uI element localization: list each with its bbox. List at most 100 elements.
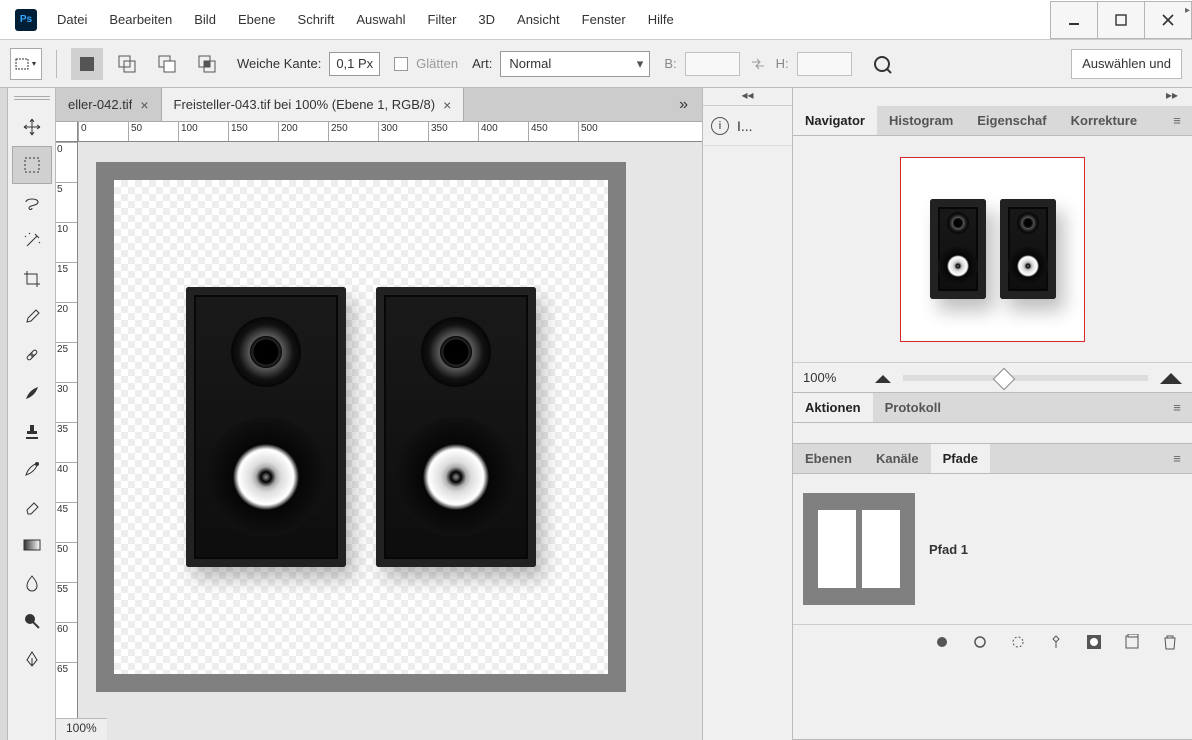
- ruler-tick: 500: [578, 122, 628, 141]
- menu-datei[interactable]: Datei: [57, 12, 87, 27]
- new-selection-button[interactable]: [71, 48, 103, 80]
- refine-edge-icon[interactable]: [866, 48, 898, 80]
- menu-3d[interactable]: 3D: [478, 12, 495, 27]
- actions-panel: Aktionen Protokoll ≡: [793, 393, 1192, 444]
- menu-bild[interactable]: Bild: [194, 12, 216, 27]
- ruler-tick: 50: [128, 122, 178, 141]
- pen-tool[interactable]: [12, 640, 52, 678]
- close-icon[interactable]: ×: [140, 97, 148, 113]
- panel-menu-icon[interactable]: ≡: [1162, 106, 1192, 135]
- eyedropper-tool[interactable]: [12, 298, 52, 336]
- path-name[interactable]: Pfad 1: [929, 542, 968, 557]
- document-tab-2-label: Freisteller-043.tif bei 100% (Ebene 1, R…: [174, 97, 436, 112]
- info-label: I...: [737, 118, 753, 134]
- make-workpath-icon[interactable]: [1048, 634, 1064, 650]
- navigator-preview[interactable]: [793, 136, 1192, 362]
- ruler-corner[interactable]: [56, 122, 78, 142]
- tab-pfade[interactable]: Pfade: [931, 444, 990, 473]
- tab-histogram[interactable]: Histogram: [877, 106, 965, 135]
- width-label: B:: [664, 56, 676, 71]
- panel-menu-icon[interactable]: ≡: [1162, 393, 1192, 422]
- ruler-tick: 65: [56, 662, 77, 702]
- menu-ansicht[interactable]: Ansicht: [517, 12, 560, 27]
- load-selection-icon[interactable]: [1010, 634, 1026, 650]
- ruler-tick: 150: [228, 122, 278, 141]
- fill-path-icon[interactable]: [934, 634, 950, 650]
- menu-filter[interactable]: Filter: [428, 12, 457, 27]
- ruler-horizontal[interactable]: 0 50 100 150 200 250 300 350 400 450 500: [78, 122, 702, 142]
- tab-ebenen[interactable]: Ebenen: [793, 444, 864, 473]
- menu-schrift[interactable]: Schrift: [298, 12, 335, 27]
- maximize-button[interactable]: [1097, 1, 1145, 39]
- main-menu: Datei Bearbeiten Bild Ebene Schrift Ausw…: [57, 12, 674, 27]
- zoom-in-icon[interactable]: [1160, 372, 1182, 384]
- tab-protokoll[interactable]: Protokoll: [873, 393, 953, 422]
- menu-bearbeiten[interactable]: Bearbeiten: [109, 12, 172, 27]
- brush-tool[interactable]: [12, 374, 52, 412]
- navigator-zoom-slider[interactable]: [903, 375, 1148, 381]
- subtract-selection-button[interactable]: [151, 48, 183, 80]
- select-and-mask-button[interactable]: Auswählen und: [1071, 49, 1182, 79]
- new-path-icon[interactable]: [1124, 634, 1140, 650]
- navigator-footer: 100%: [793, 362, 1192, 392]
- move-tool[interactable]: [12, 108, 52, 146]
- paths-panel-footer: [793, 624, 1192, 658]
- status-zoom[interactable]: 100%: [66, 721, 97, 735]
- tab-eigenschaften[interactable]: Eigenschaf: [965, 106, 1058, 135]
- panel-edge-left[interactable]: ▸: [0, 88, 8, 740]
- collapse-icon[interactable]: ▸▸: [793, 88, 1192, 106]
- navigator-view-box[interactable]: [900, 157, 1085, 342]
- zoom-out-icon[interactable]: [875, 373, 891, 383]
- info-panel-collapsed[interactable]: i I...: [703, 106, 792, 146]
- tab-overflow-button[interactable]: »: [665, 88, 702, 121]
- toolbox-grip[interactable]: [14, 93, 50, 103]
- ruler-vertical[interactable]: 0 5 10 15 20 25 30 35 40 45 50 55 60 65: [56, 142, 78, 720]
- style-label: Art:: [472, 56, 492, 71]
- tab-korrekturen[interactable]: Korrekture: [1059, 106, 1149, 135]
- menu-auswahl[interactable]: Auswahl: [356, 12, 405, 27]
- lasso-tool[interactable]: [12, 184, 52, 222]
- document-tab-1-label: eller-042.tif: [68, 97, 132, 112]
- magic-wand-tool[interactable]: [12, 222, 52, 260]
- blur-tool[interactable]: [12, 564, 52, 602]
- eraser-tool[interactable]: [12, 488, 52, 526]
- menu-hilfe[interactable]: Hilfe: [648, 12, 674, 27]
- minimize-button[interactable]: [1050, 1, 1098, 39]
- dodge-tool[interactable]: [12, 602, 52, 640]
- document-tab-2[interactable]: Freisteller-043.tif bei 100% (Ebene 1, R…: [162, 88, 465, 121]
- document-tab-1[interactable]: eller-042.tif ×: [56, 88, 162, 121]
- add-selection-button[interactable]: [111, 48, 143, 80]
- ruler-tick: 250: [328, 122, 378, 141]
- tool-preset-picker[interactable]: [10, 48, 42, 80]
- canvas[interactable]: [96, 162, 626, 692]
- style-select[interactable]: Normal: [500, 51, 650, 77]
- collapse-icon[interactable]: ◂◂: [703, 88, 792, 106]
- feather-input[interactable]: 0,1 Px: [329, 52, 380, 76]
- add-mask-icon[interactable]: [1086, 634, 1102, 650]
- menu-fenster[interactable]: Fenster: [582, 12, 626, 27]
- history-brush-tool[interactable]: [12, 450, 52, 488]
- path-thumbnail[interactable]: [803, 493, 915, 605]
- gradient-tool[interactable]: [12, 526, 52, 564]
- stroke-path-icon[interactable]: [972, 634, 988, 650]
- tab-aktionen[interactable]: Aktionen: [793, 393, 873, 422]
- tab-kanaele[interactable]: Kanäle: [864, 444, 931, 473]
- navigator-tab-row: Navigator Histogram Eigenschaf Korrektur…: [793, 106, 1192, 136]
- marquee-tool[interactable]: [12, 146, 52, 184]
- intersect-selection-button[interactable]: [191, 48, 223, 80]
- nav-thumb-left: [930, 199, 986, 299]
- antialias-checkbox[interactable]: [394, 57, 408, 71]
- healing-tool[interactable]: [12, 336, 52, 374]
- panel-menu-icon[interactable]: ≡: [1162, 444, 1192, 473]
- delete-path-icon[interactable]: [1162, 634, 1178, 650]
- swap-wh-icon: [748, 54, 768, 74]
- tab-navigator[interactable]: Navigator: [793, 106, 877, 135]
- close-icon[interactable]: ×: [443, 97, 451, 113]
- menu-ebene[interactable]: Ebene: [238, 12, 276, 27]
- ruler-tick: 30: [56, 382, 77, 422]
- ruler-tick: 5: [56, 182, 77, 222]
- crop-tool[interactable]: [12, 260, 52, 298]
- selection-mode-group: [71, 48, 223, 80]
- navigator-zoom-input[interactable]: 100%: [803, 370, 863, 385]
- stamp-tool[interactable]: [12, 412, 52, 450]
